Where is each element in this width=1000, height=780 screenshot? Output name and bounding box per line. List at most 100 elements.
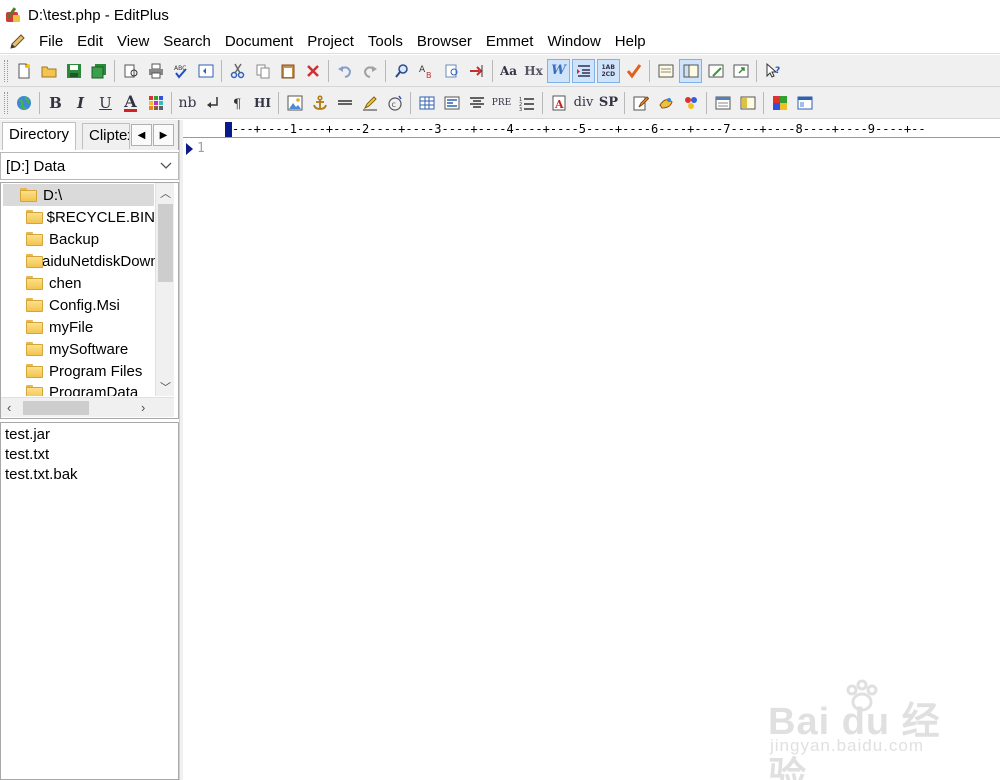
font-tag-button[interactable]: A: [547, 91, 570, 115]
menu-emmet[interactable]: Emmet: [479, 31, 541, 53]
tree-item-root[interactable]: D:\: [3, 184, 154, 206]
spell-check-button[interactable]: ABC: [169, 59, 192, 83]
html-preview-button[interactable]: [12, 91, 35, 115]
tree-item[interactable]: chen: [26, 272, 155, 294]
tree-item[interactable]: $RECYCLE.BIN: [26, 206, 155, 228]
file-item[interactable]: test.jar: [5, 425, 50, 445]
cliptext-window-button[interactable]: [704, 59, 727, 83]
scroll-left-icon[interactable]: ‹: [7, 400, 11, 415]
folder-icon: [26, 298, 43, 312]
scissors-icon: [230, 63, 244, 78]
check-button[interactable]: [622, 59, 645, 83]
tab-cliptext[interactable]: Cliptext: [82, 123, 130, 149]
list-button[interactable]: 123: [515, 91, 538, 115]
delete-button[interactable]: [301, 59, 324, 83]
horizontal-rule-button[interactable]: [333, 91, 356, 115]
tab-scroll-right-button[interactable]: ▶: [153, 124, 174, 146]
underline-button[interactable]: U: [94, 91, 117, 115]
italic-button[interactable]: I: [69, 91, 92, 115]
directory-window-button[interactable]: [679, 58, 702, 83]
file-item[interactable]: test.txt: [5, 445, 49, 465]
color-picker-button[interactable]: [144, 91, 167, 115]
table-button[interactable]: [415, 91, 438, 115]
color-scheme-button[interactable]: [768, 91, 791, 115]
hex-viewer-button[interactable]: Hx: [522, 59, 545, 83]
fullscreen-button[interactable]: [729, 59, 752, 83]
font-color-button[interactable]: A: [119, 91, 142, 115]
redo-button[interactable]: [358, 59, 381, 83]
line-break-button[interactable]: [201, 91, 224, 115]
tree-horizontal-scrollbar[interactable]: ‹ ›: [1, 397, 174, 417]
copy-button[interactable]: [251, 59, 274, 83]
form-button[interactable]: [440, 91, 463, 115]
div-button[interactable]: div: [572, 91, 595, 115]
scroll-up-icon[interactable]: ︿: [160, 185, 171, 201]
output-window-button[interactable]: [654, 59, 677, 83]
pre-button[interactable]: PRE: [490, 91, 513, 115]
tree-item[interactable]: BaiduNetdiskDownload: [26, 250, 155, 272]
replace-button[interactable]: AB: [415, 59, 438, 83]
cut-button[interactable]: [226, 59, 249, 83]
menu-search[interactable]: Search: [156, 31, 218, 53]
menu-view[interactable]: View: [110, 31, 156, 53]
palette-button[interactable]: [679, 91, 702, 115]
menu-help[interactable]: Help: [608, 31, 653, 53]
save-button[interactable]: [62, 59, 85, 83]
paragraph-button[interactable]: ¶: [226, 91, 249, 115]
toolbar-grip[interactable]: [4, 91, 8, 114]
menu-window[interactable]: Window: [540, 31, 607, 53]
toggle-sidebar-button[interactable]: [736, 91, 759, 115]
bold-button[interactable]: B: [44, 91, 67, 115]
tab-scroll-left-button[interactable]: ◀: [131, 124, 152, 146]
print-preview-button[interactable]: [119, 59, 142, 83]
tree-item[interactable]: Backup: [26, 228, 155, 250]
word-wrap-button[interactable]: W: [547, 58, 570, 83]
find-button[interactable]: [390, 59, 413, 83]
drive-select[interactable]: [D:] Data: [0, 152, 179, 180]
edit-tag-button[interactable]: [629, 91, 652, 115]
tree-item[interactable]: mySoftware: [26, 338, 155, 360]
menu-file[interactable]: File: [32, 31, 70, 53]
tree-item[interactable]: ProgramData: [26, 382, 155, 396]
comment-button[interactable]: [358, 91, 381, 115]
print-button[interactable]: [144, 59, 167, 83]
span-button[interactable]: SP: [597, 91, 620, 115]
menu-tools[interactable]: Tools: [361, 31, 410, 53]
line-numbers-button[interactable]: 1AB 2CD: [597, 58, 620, 83]
undo-button[interactable]: [333, 59, 356, 83]
insert-image-button[interactable]: [283, 91, 306, 115]
tree-item[interactable]: myFile: [26, 316, 155, 338]
special-char-button[interactable]: c: [383, 91, 406, 115]
menu-project[interactable]: Project: [300, 31, 361, 53]
tab-directory[interactable]: Directory: [2, 122, 77, 150]
tree-item[interactable]: Program Files: [26, 360, 155, 382]
font-style-button[interactable]: Aa: [497, 59, 520, 83]
find-in-files-button[interactable]: [440, 59, 463, 83]
tree-item[interactable]: Config.Msi: [26, 294, 155, 316]
indent-guide-button[interactable]: [572, 58, 595, 83]
menu-document[interactable]: Document: [218, 31, 300, 53]
browser-preview-button[interactable]: [194, 59, 217, 83]
new-file-button[interactable]: [12, 59, 35, 83]
color-tag-button[interactable]: [654, 91, 677, 115]
context-help-button[interactable]: ?: [761, 59, 784, 83]
scrollbar-thumb[interactable]: [23, 401, 89, 415]
window-layout-button[interactable]: [793, 91, 816, 115]
nbsp-button[interactable]: nb: [176, 91, 199, 115]
tree-vertical-scrollbar[interactable]: ︿ ﹀: [155, 183, 174, 396]
save-all-button[interactable]: [87, 59, 110, 83]
paste-button[interactable]: [276, 59, 299, 83]
scrollbar-thumb[interactable]: [158, 204, 173, 282]
scroll-down-icon[interactable]: ﹀: [160, 379, 171, 395]
scroll-right-icon[interactable]: ›: [141, 400, 145, 415]
align-center-button[interactable]: [465, 91, 488, 115]
open-file-button[interactable]: [37, 59, 60, 83]
anchor-button[interactable]: [308, 91, 331, 115]
menu-edit[interactable]: Edit: [70, 31, 110, 53]
menu-browser[interactable]: Browser: [410, 31, 479, 53]
toolbar-grip[interactable]: [4, 59, 8, 82]
goto-line-button[interactable]: [465, 59, 488, 83]
file-item[interactable]: test.txt.bak: [5, 465, 78, 485]
toggle-panel-button[interactable]: [711, 91, 734, 115]
heading-button[interactable]: HI: [251, 91, 274, 115]
